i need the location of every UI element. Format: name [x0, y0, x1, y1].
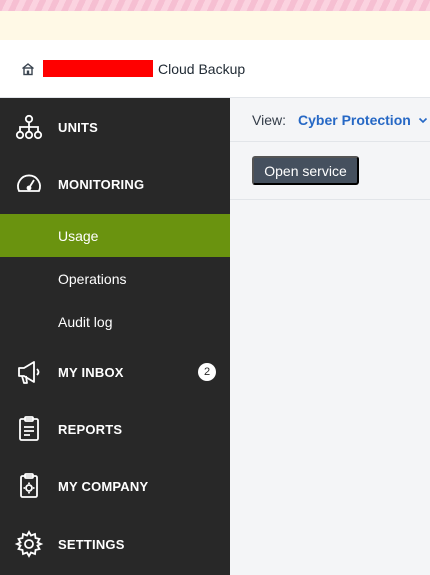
action-bar: Open service [230, 142, 430, 200]
sidebar-item-reports[interactable]: REPORTS [0, 400, 230, 458]
sidebar-item-settings[interactable]: SETTINGS [0, 515, 230, 573]
sidebar-item-my-inbox[interactable]: MY INBOX 2 [0, 343, 230, 401]
view-bar: View: Cyber Protection [230, 98, 430, 142]
sidebar-item-label: MY COMPANY [58, 478, 149, 494]
company-icon [20, 473, 38, 498]
redacted-tenant-name [43, 60, 153, 77]
breadcrumb-title[interactable]: Cloud Backup [158, 61, 245, 77]
app-header: Cloud Backup [0, 40, 430, 98]
sidebar-subitem-label: Operations [58, 270, 127, 287]
sidebar-item-label: UNITS [58, 119, 98, 135]
units-icon [15, 114, 43, 140]
sidebar-item-label: MONITORING [58, 176, 145, 192]
sidebar-item-label: REPORTS [58, 421, 123, 437]
view-selector[interactable]: Cyber Protection [298, 112, 428, 128]
reports-icon [19, 416, 39, 441]
sidebar: UNITS MONITORING Usage Operations Audit … [0, 98, 230, 575]
chevron-down-icon [418, 115, 428, 125]
sidebar-item-units[interactable]: UNITS [0, 98, 230, 156]
sidebar-item-my-company[interactable]: MY COMPANY [0, 457, 230, 515]
sidebar-subitem-operations[interactable]: Operations [0, 257, 230, 300]
top-decorative-stripe [0, 0, 430, 11]
sidebar-subitem-audit-log[interactable]: Audit log [0, 300, 230, 343]
sidebar-item-monitoring[interactable]: MONITORING [0, 155, 230, 213]
view-label: View: [252, 111, 286, 128]
notification-banner [0, 11, 430, 40]
settings-icon [14, 530, 44, 558]
sidebar-item-label: SETTINGS [58, 536, 125, 552]
sidebar-item-label: MY INBOX [58, 364, 124, 380]
sidebar-subitem-label: Usage [58, 227, 99, 244]
sidebar-subitem-usage[interactable]: Usage [0, 214, 230, 257]
sidebar-subitem-label: Audit log [58, 313, 113, 330]
home-icon[interactable] [21, 62, 35, 76]
main-content: View: Cyber Protection Open service [230, 98, 430, 575]
monitoring-icon [17, 174, 41, 192]
view-selected-value: Cyber Protection [298, 111, 411, 128]
inbox-icon [18, 361, 40, 384]
open-service-button[interactable]: Open service [252, 156, 359, 185]
unread-count-badge: 2 [198, 363, 216, 381]
